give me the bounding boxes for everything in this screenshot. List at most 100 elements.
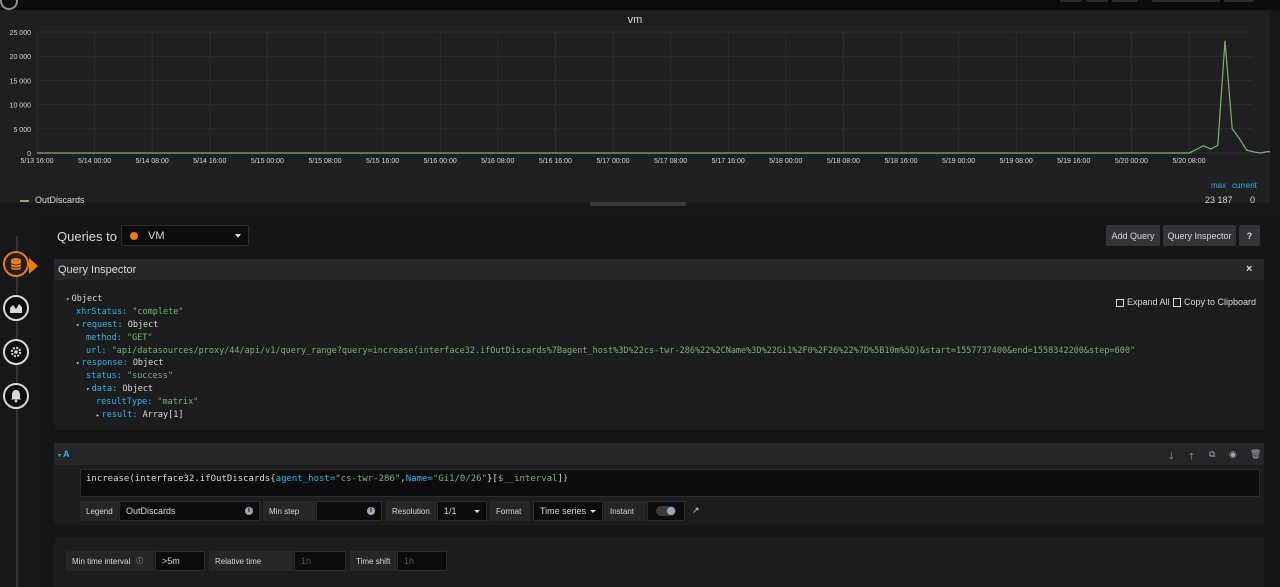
- json-result[interactable]: ▸ result: Array[1]: [66, 409, 1135, 422]
- trash-icon[interactable]: 🗑: [1250, 449, 1261, 460]
- editor-rail: [16, 236, 18, 587]
- info-icon[interactable]: i: [245, 507, 253, 515]
- refresh-button[interactable]: [1224, 0, 1254, 2]
- relative-time-placeholder: 1h: [301, 556, 312, 566]
- json-tree: ▾ Object xhrStatus: "complete" ▾ request: …: [66, 293, 1135, 422]
- copy-label: Copy to Clipboard: [1184, 297, 1257, 307]
- queries-tab-button[interactable]: [3, 251, 29, 277]
- instant-toggle[interactable]: [656, 506, 676, 516]
- json-url: url: "api/datasources/proxy/44/api/v1/qu…: [86, 345, 1136, 356]
- queries-to-label: Queries to: [57, 229, 117, 244]
- y-tick-label: 20 000: [10, 54, 32, 61]
- graph-canvas[interactable]: 25 00020 00015 00010 0005 00005/13 16:00…: [0, 10, 1270, 203]
- json-method: method: "GET": [86, 333, 153, 344]
- resolution-value: 1/1: [444, 506, 457, 516]
- query-inspector-button[interactable]: Query Inspector: [1163, 225, 1236, 246]
- min-interval-value: >5m: [162, 556, 180, 566]
- x-tick-label: 5/19 00:00: [942, 158, 975, 165]
- min-interval-input[interactable]: >5m: [155, 551, 205, 571]
- legend-max-header[interactable]: max: [1211, 181, 1226, 190]
- y-tick-label: 0: [27, 151, 31, 158]
- time-picker-button[interactable]: [1152, 0, 1220, 2]
- time-shift-label: Time shift: [350, 551, 396, 571]
- legend-max-value: 23 187: [1205, 195, 1233, 205]
- query-ref-id[interactable]: ▾ A: [58, 449, 70, 459]
- eye-icon[interactable]: ◉: [1229, 449, 1237, 460]
- query-row-header[interactable]: [54, 443, 1264, 465]
- visualization-tab-button[interactable]: [3, 295, 29, 321]
- datasource-select[interactable]: VM: [121, 225, 249, 246]
- grafana-logo-icon[interactable]: [0, 0, 18, 10]
- min-step-input[interactable]: i: [316, 501, 382, 521]
- x-tick-label: 5/16 16:00: [539, 158, 572, 165]
- series-line-outdiscards: [37, 40, 1270, 154]
- min-interval-label: Min time interval ⓘ: [66, 551, 154, 571]
- graph-panel: vm 25 000 20 000 15 000 10 000 5 000 0 5/13 16…: [0, 10, 1270, 205]
- x-tick-label: 5/16 00:00: [424, 158, 457, 165]
- x-tick-label: 5/18 08:00: [827, 158, 860, 165]
- x-tick-label: 5/20 00:00: [1115, 158, 1148, 165]
- resolution-select[interactable]: 1/1: [437, 501, 487, 521]
- x-tick-label: 5/20 08:00: [1172, 158, 1205, 165]
- json-data[interactable]: ▾ data: Object: [66, 383, 1135, 396]
- toolbar-button[interactable]: [1086, 0, 1108, 2]
- json-response[interactable]: ▾ response: Object: [66, 357, 1135, 370]
- general-tab-button[interactable]: [3, 339, 29, 365]
- external-link-icon[interactable]: ↗: [692, 505, 700, 516]
- x-tick-label: 5/15 00:00: [251, 158, 284, 165]
- legend-current-header[interactable]: current: [1232, 181, 1257, 190]
- time-shift-placeholder: 1h: [404, 556, 415, 566]
- close-icon[interactable]: ×: [1246, 263, 1252, 275]
- format-label: Format: [490, 501, 530, 521]
- toolbar-button[interactable]: [1112, 0, 1138, 2]
- x-tick-label: 5/17 16:00: [712, 158, 745, 165]
- instant-label: Instant: [604, 501, 646, 521]
- json-root[interactable]: ▾ Object: [66, 293, 1135, 306]
- alert-tab-button[interactable]: [3, 383, 29, 409]
- active-tab-arrow: [29, 258, 38, 274]
- y-tick-label: 10 000: [10, 103, 32, 110]
- time-shift-input[interactable]: 1h: [397, 551, 447, 571]
- duplicate-icon[interactable]: ⧉: [1209, 449, 1215, 460]
- query-inspector-title: Query Inspector: [58, 264, 137, 276]
- copy-to-clipboard-link[interactable]: Copy to Clipboard: [1173, 297, 1257, 308]
- database-icon: [10, 258, 22, 270]
- toggle-knob: [667, 507, 675, 515]
- legend-series[interactable]: OutDiscards: [20, 195, 85, 205]
- legend-series-name: OutDiscards: [35, 195, 85, 205]
- move-up-icon[interactable]: 🡑: [1189, 449, 1194, 465]
- add-query-button[interactable]: Add Query: [1106, 225, 1160, 246]
- format-select[interactable]: Time series: [533, 501, 603, 521]
- x-tick-label: 5/19 08:00: [1000, 158, 1033, 165]
- legend-input[interactable]: OutDiscards i: [119, 501, 260, 521]
- json-request[interactable]: ▾ request: Object: [66, 319, 1135, 332]
- panel-resize-handle[interactable]: [590, 202, 686, 206]
- y-tick-label: 25 000: [10, 30, 32, 37]
- x-tick-label: 5/14 16:00: [193, 158, 226, 165]
- x-tick-label: 5/18 16:00: [884, 158, 917, 165]
- legend-input-value: OutDiscards: [126, 506, 176, 516]
- chevron-down-icon: [235, 234, 241, 238]
- top-navbar: [0, 0, 1280, 10]
- y-tick-label: 5 000: [13, 127, 31, 134]
- query-expression-text[interactable]: increase(interface32.ifOutDiscards{agent…: [86, 474, 568, 484]
- move-down-icon[interactable]: 🡓: [1169, 449, 1174, 465]
- x-tick-label: 5/17 00:00: [596, 158, 629, 165]
- series-color-swatch[interactable]: [20, 199, 29, 202]
- x-tick-label: 5/15 16:00: [366, 158, 399, 165]
- instant-toggle-box[interactable]: [647, 501, 685, 521]
- format-value: Time series: [540, 506, 587, 516]
- info-icon[interactable]: ⓘ: [136, 556, 143, 566]
- datasource-name: VM: [148, 229, 165, 242]
- x-tick-label: 5/18 00:00: [769, 158, 802, 165]
- json-xhr-status: xhrStatus: "complete": [76, 307, 184, 318]
- resolution-label: Resolution: [386, 501, 436, 521]
- relative-time-input[interactable]: 1h: [294, 551, 346, 571]
- query-inspector-header: [54, 259, 1264, 280]
- prometheus-icon: [130, 231, 138, 240]
- help-button[interactable]: ?: [1239, 225, 1260, 246]
- x-tick-label: 5/17 08:00: [654, 158, 687, 165]
- toolbar-button[interactable]: [1060, 0, 1082, 2]
- legend-label: Legend: [80, 501, 118, 521]
- info-icon[interactable]: i: [367, 507, 375, 515]
